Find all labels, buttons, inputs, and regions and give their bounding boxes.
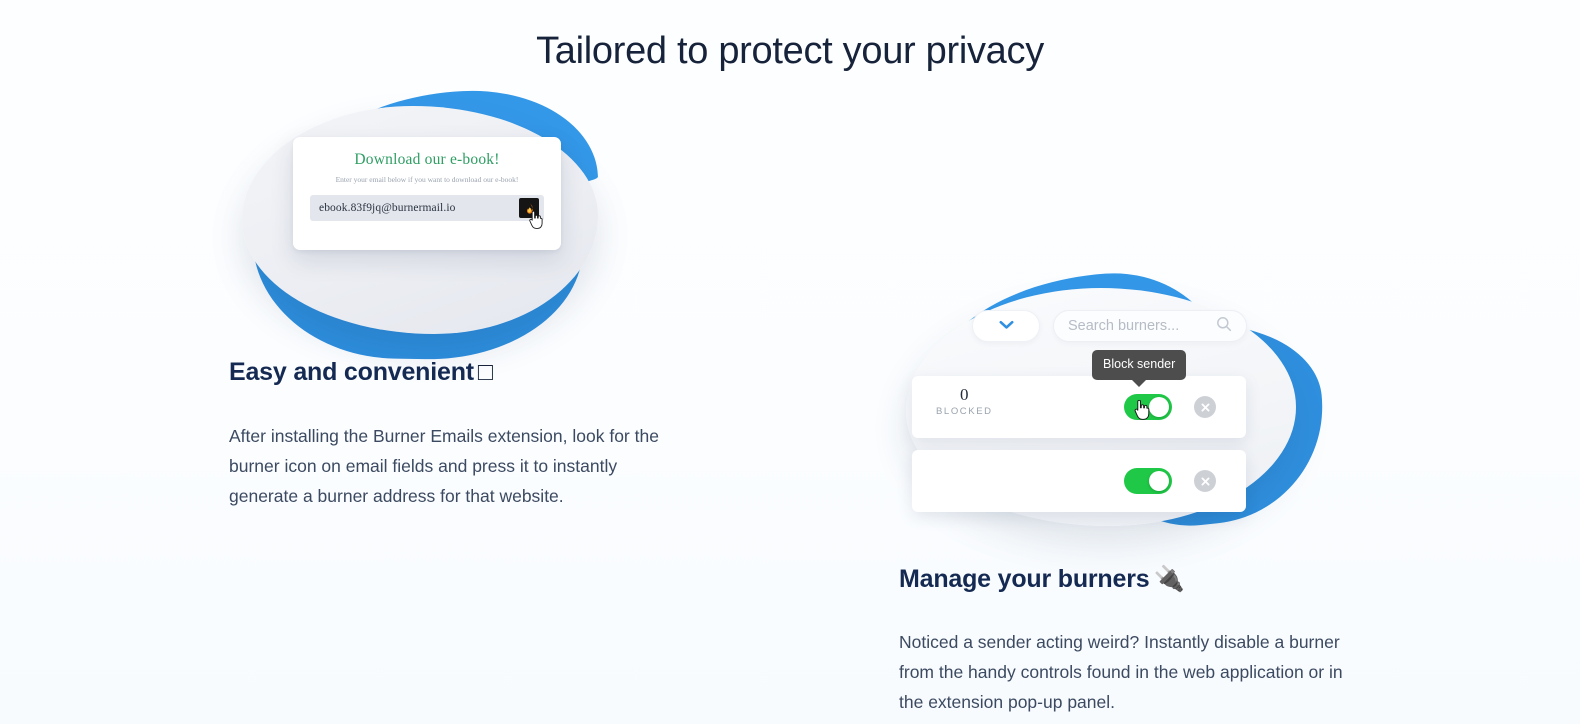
ebook-form-subtitle: Enter your email below if you want to do… <box>335 175 519 184</box>
feature-easy-and-convenient: Easy and convenient □ After installing th… <box>229 358 661 511</box>
missing-glyph-icon: □ <box>477 358 493 386</box>
feature-title-text: Manage your burners <box>899 565 1150 593</box>
feature-title: Manage your burners 🔌 <box>899 565 1345 594</box>
illustration-ebook-form: Download our e-book! Enter your email be… <box>236 84 616 362</box>
feature-body: Noticed a sender acting weird? Instantly… <box>899 632 1343 712</box>
email-field-value: ebook.83f9jq@burnermail.io <box>319 202 456 214</box>
filter-dropdown-button[interactable] <box>972 310 1040 342</box>
search-burners-input[interactable]: Search burners... <box>1053 310 1247 342</box>
ebook-signup-card: Download our e-book! Enter your email be… <box>293 137 561 250</box>
fire-icon[interactable] <box>519 198 539 218</box>
close-circle-icon[interactable] <box>1194 470 1216 492</box>
burner-manager-ui: Search burners... 0 BLOCKED Block sender <box>896 272 1336 534</box>
illustration-burner-manager: Search burners... 0 BLOCKED Block sender <box>896 265 1336 536</box>
feature-title: Easy and convenient □ <box>229 358 661 387</box>
email-field[interactable]: ebook.83f9jq@burnermail.io <box>310 195 544 229</box>
burner-enabled-toggle[interactable] <box>1124 468 1172 494</box>
toggle-knob <box>1149 471 1169 491</box>
feature-body: After installing the Burner Emails exten… <box>229 426 659 506</box>
burner-enabled-toggle[interactable] <box>1124 394 1172 420</box>
block-sender-tooltip: Block sender <box>1092 350 1187 380</box>
toggle-knob <box>1149 397 1169 417</box>
blocked-counter: 0 BLOCKED <box>936 385 993 418</box>
close-circle-icon[interactable] <box>1194 396 1216 418</box>
table-row[interactable]: 0 BLOCKED <box>912 376 1246 438</box>
blocked-count-label: BLOCKED <box>936 406 993 417</box>
search-icon <box>1216 316 1232 337</box>
chevron-down-icon <box>999 317 1014 335</box>
page-title: Tailored to protect your privacy <box>536 30 1044 73</box>
ebook-form-heading: Download our e-book! <box>354 151 500 168</box>
privacy-features-section: Tailored to protect your privacy Downloa… <box>0 0 1580 724</box>
feature-manage-your-burners: Manage your burners 🔌 Noticed a sender ac… <box>899 565 1345 717</box>
plug-icon: 🔌 <box>1153 565 1185 593</box>
table-row[interactable] <box>912 450 1246 512</box>
search-input-placeholder: Search burners... <box>1068 318 1180 334</box>
feature-title-text: Easy and convenient <box>229 358 474 386</box>
blocked-count-value: 0 <box>960 385 969 404</box>
